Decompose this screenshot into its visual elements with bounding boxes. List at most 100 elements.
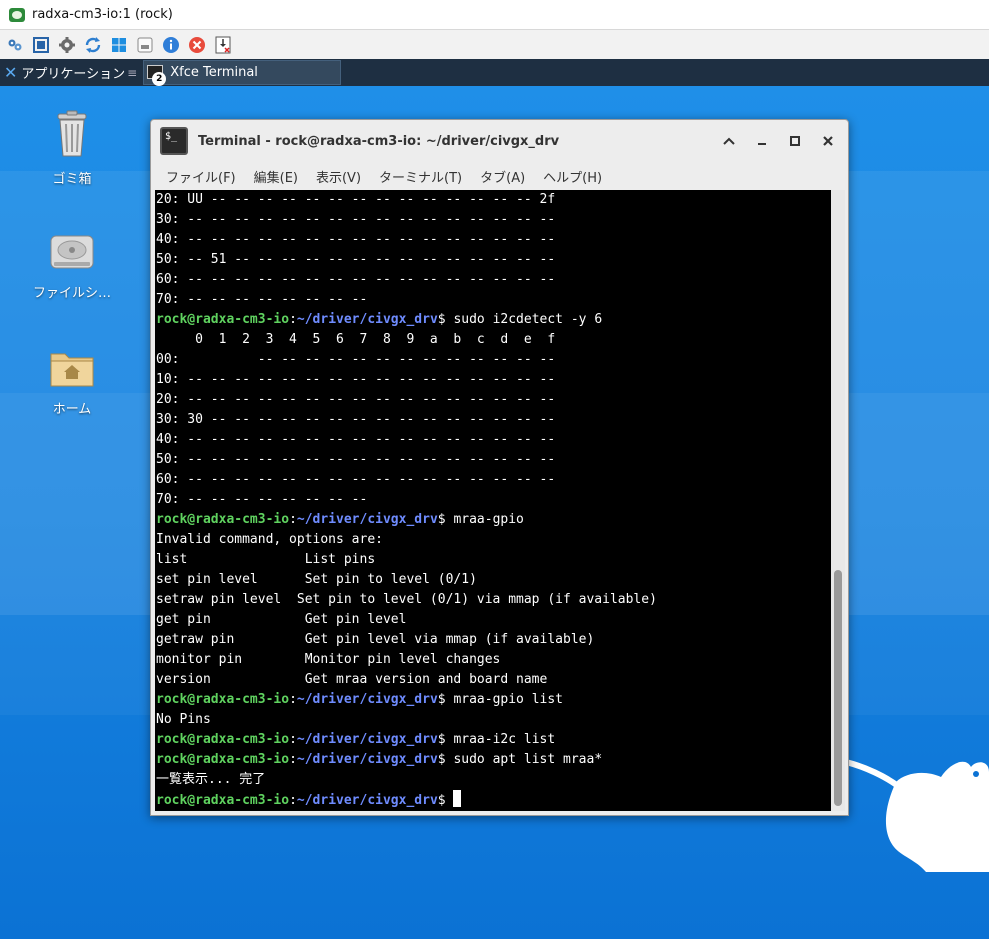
minimize-button[interactable]	[751, 130, 772, 151]
prompt-line: rock@radxa-cm3-io:~/driver/civgx_drv$ su…	[156, 750, 828, 770]
output-line: 70: -- -- -- -- -- -- -- --	[156, 292, 368, 307]
terminal-titlebar[interactable]: $_ Terminal - rock@radxa-cm3-io: ~/drive…	[151, 120, 848, 162]
output-line: 40: -- -- -- -- -- -- -- -- -- -- -- -- …	[156, 232, 556, 247]
settings-gear-icon[interactable]	[56, 34, 78, 56]
menu-file[interactable]: ファイル(F)	[157, 167, 245, 186]
fullscreen-icon[interactable]	[30, 34, 52, 56]
menu-tabs[interactable]: タブ(A)	[471, 167, 534, 186]
command-text: sudo i2cdetect -y 6	[453, 312, 603, 327]
prompt-dollar: $	[437, 732, 454, 747]
output-line: 一覧表示... 完了	[156, 772, 266, 787]
taskbar-item-xfce-terminal[interactable]: 2 Xfce Terminal	[143, 60, 342, 86]
command-text: mraa-gpio list	[453, 692, 564, 707]
output-line: 60: -- -- -- -- -- -- -- -- -- -- -- -- …	[156, 272, 556, 287]
xfce-panel: ✕ アプリケーション ≡ 2 Xfce Terminal	[0, 59, 989, 86]
terminal-scrollbar[interactable]	[831, 190, 845, 811]
applications-menu-label: アプリケーション	[21, 67, 126, 82]
options-icon[interactable]	[4, 34, 26, 56]
prompt-dollar: $	[437, 312, 454, 327]
desktop-icon-home[interactable]: ホーム	[17, 348, 127, 417]
output-line: setraw pin level Set pin to level (0/1) …	[156, 592, 657, 607]
output-line: set pin level Set pin to level (0/1)	[156, 572, 477, 587]
file-transfer-icon[interactable]	[212, 34, 234, 56]
desktop-icon-label: ホーム	[52, 402, 92, 417]
prompt-colon: :	[289, 312, 297, 327]
maximize-button[interactable]	[784, 130, 805, 151]
prompt-line: rock@radxa-cm3-io:~/driver/civgx_drv$ su…	[156, 310, 828, 330]
prompt-colon: :	[289, 692, 297, 707]
scrollbar-thumb[interactable]	[834, 570, 842, 806]
disconnect-icon[interactable]	[186, 34, 208, 56]
prompt-colon: :	[289, 752, 297, 767]
close-button[interactable]	[817, 130, 838, 151]
prompt-user: rock@radxa-cm3-io	[156, 692, 290, 707]
menu-view[interactable]: 表示(V)	[307, 167, 370, 186]
menu-help[interactable]: ヘルプ(H)	[534, 167, 611, 186]
window-controls	[718, 130, 838, 151]
terminal-window-icon: $_	[160, 127, 188, 155]
vnc-window-title: radxa-cm3-io:1 (rock)	[32, 7, 173, 22]
output-line: list List pins	[156, 552, 376, 567]
terminal-window-title: Terminal - rock@radxa-cm3-io: ~/driver/c…	[198, 133, 560, 149]
output-line: 20: UU -- -- -- -- -- -- -- -- -- -- -- …	[156, 192, 556, 207]
shade-button[interactable]	[718, 130, 739, 151]
output-line: monitor pin Monitor pin level changes	[156, 652, 501, 667]
output-line: 20: -- -- -- -- -- -- -- -- -- -- -- -- …	[156, 392, 556, 407]
window-count-badge: 2	[152, 72, 167, 86]
terminal-output-area[interactable]: 20: UU -- -- -- -- -- -- -- -- -- -- -- …	[155, 190, 845, 811]
output-line: version Get mraa version and board name	[156, 672, 548, 687]
taskbar-item-label: Xfce Terminal	[170, 65, 258, 80]
drive-icon	[50, 235, 94, 269]
output-line: 50: -- -- -- -- -- -- -- -- -- -- -- -- …	[156, 452, 556, 467]
desktop-icon-label: ゴミ箱	[52, 172, 92, 187]
windows-key-icon[interactable]	[108, 34, 130, 56]
xfce-logo-icon: ✕	[4, 63, 18, 82]
desktop-icon-filesystem[interactable]: ファイルシ…	[17, 232, 127, 301]
prompt-dollar: $	[437, 692, 454, 707]
prompt-path: ~/driver/civgx_drv	[296, 752, 438, 767]
output-line: 10: -- -- -- -- -- -- -- -- -- -- -- -- …	[156, 372, 556, 387]
prompt-user: rock@radxa-cm3-io	[156, 312, 290, 327]
output-line: 30: -- -- -- -- -- -- -- -- -- -- -- -- …	[156, 212, 556, 227]
xfce-mouse-logo	[846, 759, 989, 872]
ctrl-alt-del-icon[interactable]	[134, 34, 156, 56]
prompt-line: rock@radxa-cm3-io:~/driver/civgx_drv$ mr…	[156, 730, 828, 750]
output-line: 30: 30 -- -- -- -- -- -- -- -- -- -- -- …	[156, 412, 556, 427]
output-line: 00: -- -- -- -- -- -- -- -- -- -- -- -- …	[156, 352, 556, 367]
applications-menu-separator: ≡	[127, 65, 138, 80]
prompt-line: rock@radxa-cm3-io:~/driver/civgx_drv$	[156, 790, 828, 810]
vnc-toolbar	[0, 30, 989, 59]
output-line: 0 1 2 3 4 5 6 7 8 9 a b c d e f	[156, 332, 556, 347]
output-line: 60: -- -- -- -- -- -- -- -- -- -- -- -- …	[156, 472, 556, 487]
output-line: 70: -- -- -- -- -- -- -- --	[156, 492, 368, 507]
command-text: mraa-i2c list	[453, 732, 556, 747]
output-line: No Pins	[156, 712, 211, 727]
prompt-dollar: $	[437, 793, 454, 808]
menu-edit[interactable]: 編集(E)	[245, 167, 307, 186]
prompt-colon: :	[289, 793, 297, 808]
command-text: sudo apt list mraa*	[453, 752, 603, 767]
command-text: mraa-gpio	[453, 512, 524, 527]
menu-terminal[interactable]: ターミナル(T)	[370, 167, 471, 186]
prompt-path: ~/driver/civgx_drv	[296, 512, 438, 527]
desktop-icon-label: ファイルシ…	[32, 286, 111, 301]
home-folder-icon	[50, 353, 94, 387]
desktop-icon-trash[interactable]: ゴミ箱	[17, 110, 127, 187]
terminal-menubar: ファイル(F) 編集(E) 表示(V) ターミナル(T) タブ(A) ヘルプ(H…	[151, 162, 848, 190]
maximize-icon	[789, 135, 800, 146]
text-cursor	[453, 790, 462, 807]
prompt-user: rock@radxa-cm3-io	[156, 732, 290, 747]
refresh-icon[interactable]	[82, 34, 104, 56]
prompt-colon: :	[289, 732, 297, 747]
prompt-dollar: $	[437, 512, 454, 527]
prompt-colon: :	[289, 512, 297, 527]
vnc-app-icon	[9, 7, 25, 22]
prompt-path: ~/driver/civgx_drv	[296, 732, 438, 747]
output-line: 50: -- 51 -- -- -- -- -- -- -- -- -- -- …	[156, 252, 556, 267]
info-icon[interactable]	[160, 34, 182, 56]
applications-menu-button[interactable]: ✕ アプリケーション ≡	[0, 59, 141, 86]
close-icon	[822, 135, 833, 146]
minimize-icon	[757, 142, 766, 145]
terminal-text: 20: UU -- -- -- -- -- -- -- -- -- -- -- …	[156, 190, 828, 810]
prompt-path: ~/driver/civgx_drv	[296, 312, 438, 327]
